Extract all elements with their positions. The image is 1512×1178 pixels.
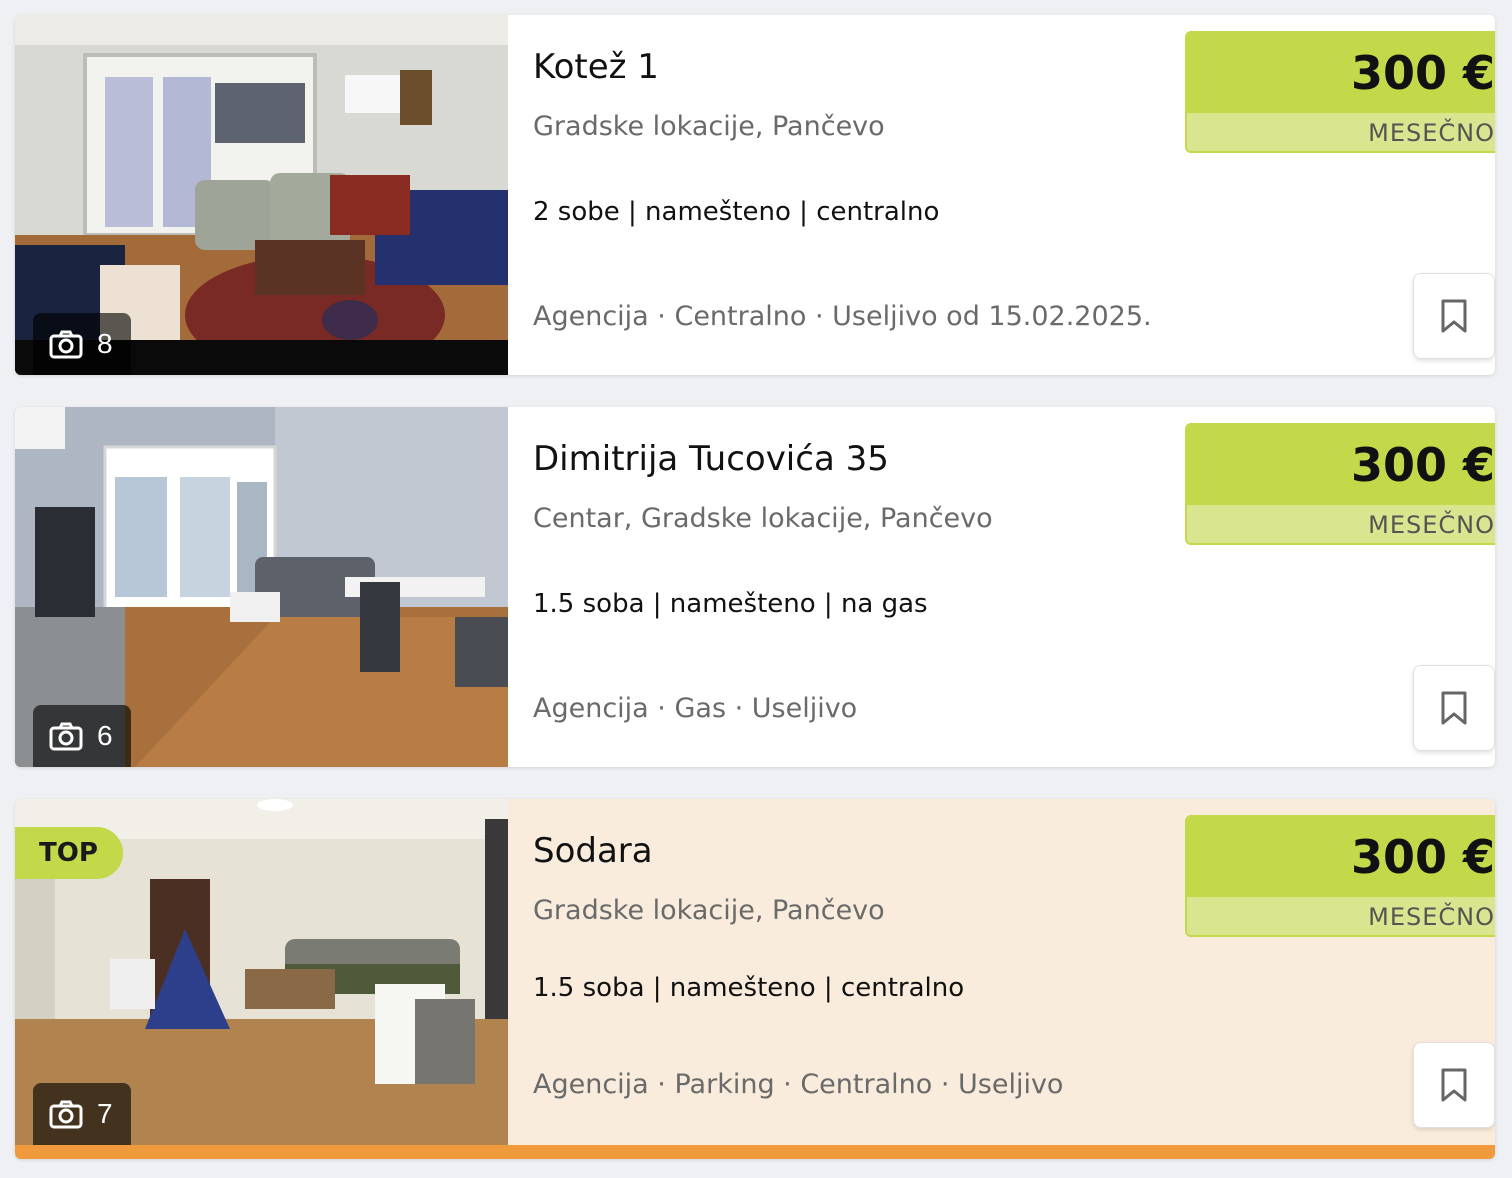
listing-meta: Agencija · Parking · Centralno · Useljiv… <box>533 1069 1064 1100</box>
photo-count: 7 <box>97 1098 113 1129</box>
price-box: 300 € MESEČNO <box>1185 423 1495 545</box>
photo-count: 6 <box>97 720 113 751</box>
listing-info: Dimitrija Tucovića 35 Centar, Gradske lo… <box>533 407 1495 767</box>
photo-count-badge: 7 <box>33 1083 131 1145</box>
listing-title[interactable]: Dimitrija Tucovića 35 <box>533 439 889 479</box>
price-period: MESEČNO <box>1187 113 1495 151</box>
listing-card[interactable]: TOP 7 Sodara Gradske lokacije, Pančevo 1… <box>15 799 1495 1159</box>
listing-meta: Agencija · Centralno · Useljivo od 15.02… <box>533 301 1152 332</box>
camera-icon <box>49 330 83 359</box>
save-listing-button[interactable] <box>1413 665 1495 751</box>
price-amount: 300 € <box>1187 425 1495 505</box>
listing-card[interactable]: 6 Dimitrija Tucovića 35 Centar, Gradske … <box>15 407 1495 767</box>
listing-features: 1.5 soba | namešteno | na gas <box>533 589 928 619</box>
listing-title[interactable]: Sodara <box>533 831 653 871</box>
listing-location: Gradske lokacije, Pančevo <box>533 895 885 926</box>
listing-photo[interactable]: 6 <box>15 407 508 767</box>
photo-count-badge: 8 <box>33 313 131 375</box>
save-listing-button[interactable] <box>1413 1042 1495 1128</box>
listing-location: Gradske lokacije, Pančevo <box>533 111 885 142</box>
price-period: MESEČNO <box>1187 505 1495 543</box>
listing-info: Sodara Gradske lokacije, Pančevo 1.5 sob… <box>533 799 1495 1145</box>
price-box: 300 € MESEČNO <box>1185 31 1495 153</box>
listing-title[interactable]: Kotež 1 <box>533 47 659 87</box>
listing-card[interactable]: 8 Kotež 1 Gradske lokacije, Pančevo 2 so… <box>15 15 1495 375</box>
photo-count: 8 <box>97 328 113 359</box>
photo-count-badge: 6 <box>33 705 131 767</box>
price-box: 300 € MESEČNO <box>1185 815 1495 937</box>
listing-features: 2 sobe | namešteno | centralno <box>533 197 940 227</box>
listing-info: Kotež 1 Gradske lokacije, Pančevo 2 sobe… <box>533 15 1495 375</box>
save-listing-button[interactable] <box>1413 273 1495 359</box>
price-amount: 300 € <box>1187 33 1495 113</box>
listing-location: Centar, Gradske lokacije, Pančevo <box>533 503 993 534</box>
listing-features: 1.5 soba | namešteno | centralno <box>533 973 965 1003</box>
camera-icon <box>49 1100 83 1129</box>
top-badge: TOP <box>15 827 123 879</box>
camera-icon <box>49 722 83 751</box>
price-period: MESEČNO <box>1187 897 1495 935</box>
bookmark-icon <box>1441 299 1467 333</box>
listing-meta: Agencija · Gas · Useljivo <box>533 693 858 724</box>
price-amount: 300 € <box>1187 817 1495 897</box>
bookmark-icon <box>1441 1068 1467 1102</box>
bookmark-icon <box>1441 691 1467 725</box>
listing-photo[interactable]: TOP 7 <box>15 799 508 1145</box>
listing-photo[interactable]: 8 <box>15 15 508 375</box>
